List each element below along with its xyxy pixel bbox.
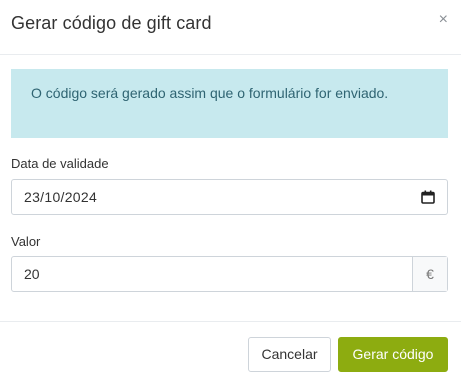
expiry-date-value: 23/10/2024 bbox=[24, 189, 98, 205]
currency-addon: € bbox=[412, 257, 447, 291]
alert-message: O código será gerado assim que o formulá… bbox=[31, 85, 389, 101]
dialog-title: Gerar código de gift card bbox=[11, 13, 212, 33]
amount-input-group: 20 € bbox=[11, 256, 448, 292]
dialog-footer: Cancelar Gerar código bbox=[0, 321, 461, 381]
cancel-button[interactable]: Cancelar bbox=[248, 337, 331, 372]
gift-card-dialog: Gerar código de gift card × O código ser… bbox=[0, 0, 461, 381]
amount-label: Valor bbox=[11, 234, 41, 249]
close-icon[interactable]: × bbox=[439, 12, 448, 28]
amount-input[interactable]: 20 bbox=[24, 266, 40, 282]
expiry-date-label: Data de validade bbox=[11, 156, 109, 171]
calendar-icon[interactable] bbox=[421, 190, 435, 204]
generate-code-button[interactable]: Gerar código bbox=[338, 337, 448, 372]
info-alert: O código será gerado assim que o formulá… bbox=[11, 69, 448, 138]
expiry-date-input[interactable]: 23/10/2024 bbox=[11, 179, 448, 215]
dialog-header: Gerar código de gift card × bbox=[0, 0, 461, 55]
